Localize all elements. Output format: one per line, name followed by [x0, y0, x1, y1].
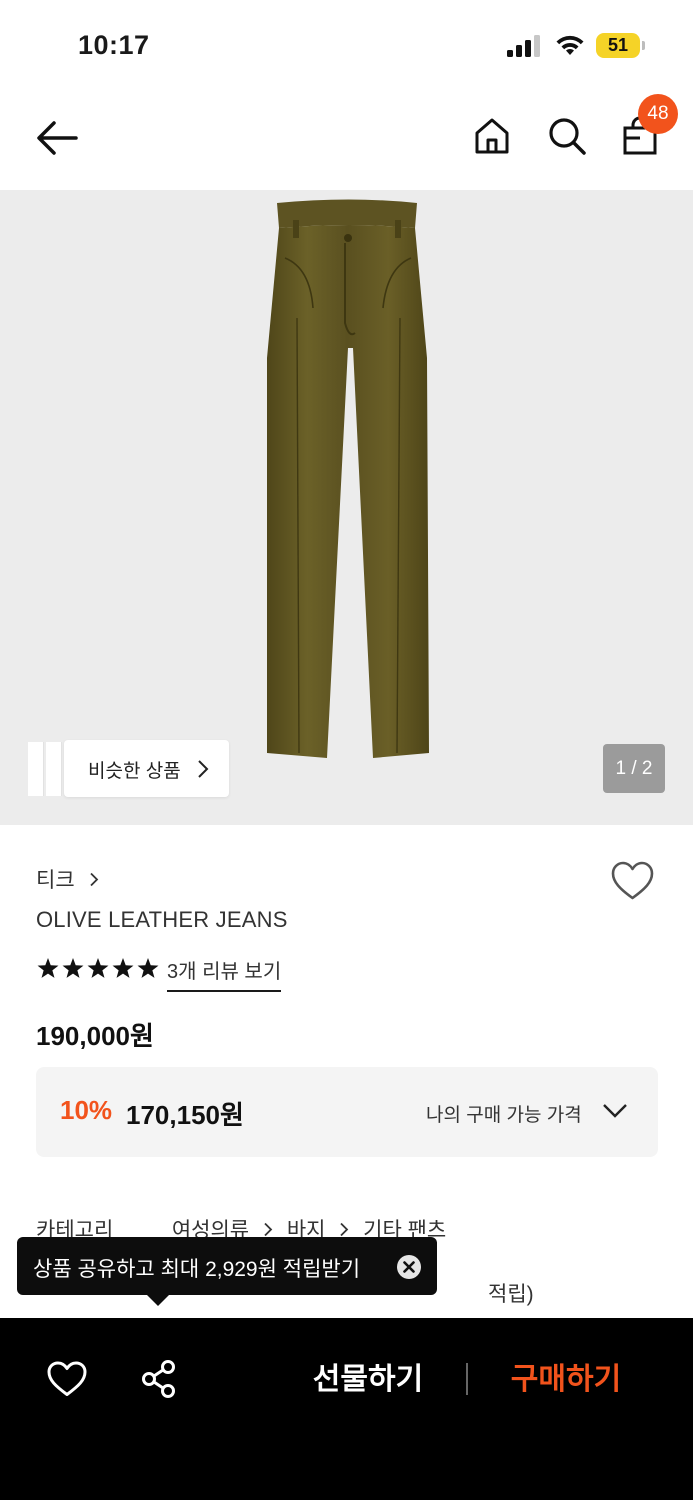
cellular-signal-icon [507, 35, 540, 57]
search-icon[interactable] [547, 116, 587, 156]
discount-percent: 10% [60, 1095, 113, 1125]
buy-button[interactable]: 구매하기 [496, 1358, 636, 1402]
divider [466, 1363, 468, 1395]
similar-thumbnails [28, 742, 64, 796]
tooltip-text: 상품 공유하고 최대 2,929원 적립받기 [33, 1258, 361, 1281]
gift-button[interactable]: 선물하기 [298, 1358, 438, 1402]
home-icon[interactable] [472, 116, 512, 156]
product-title: OLIVE LEATHER JEANS [36, 907, 288, 932]
image-page-indicator: 1 / 2 [603, 744, 665, 793]
cart-count-badge: 48 [638, 94, 678, 134]
star-icon [112, 958, 134, 978]
discount-price: 170,150원 [126, 1100, 244, 1130]
chevron-right-icon [264, 1222, 273, 1237]
my-price-box[interactable]: 10% 170,150원 나의 구매 가능 가격 [36, 1067, 658, 1157]
brand-name: 티크 [36, 869, 75, 892]
my-price-label: 나의 구매 가능 가격 [426, 1105, 582, 1126]
share-reward-tooltip: 상품 공유하고 최대 2,929원 적립받기 [17, 1237, 437, 1306]
heart-icon[interactable] [46, 1360, 88, 1398]
heart-icon[interactable] [610, 860, 655, 902]
tooltip-tail [147, 1295, 169, 1306]
chevron-right-icon [340, 1222, 349, 1237]
original-price: 190,000원 [36, 1021, 154, 1051]
star-rating [37, 958, 159, 978]
star-icon [37, 958, 59, 978]
brand-link[interactable]: 티크 [36, 864, 99, 894]
battery-icon: 51 [596, 33, 646, 58]
similar-products-button[interactable]: 비슷한 상품 [28, 740, 229, 797]
review-link[interactable]: 3개 리뷰 보기 [167, 955, 282, 992]
chevron-down-icon [603, 1104, 627, 1118]
product-image [267, 199, 429, 758]
star-icon [62, 958, 84, 978]
product-image-carousel[interactable]: 비슷한 상품 1 / 2 [0, 190, 693, 825]
chevron-right-icon [90, 872, 99, 887]
close-icon[interactable] [397, 1255, 421, 1279]
star-icon [87, 958, 109, 978]
battery-level: 51 [607, 35, 629, 55]
chevron-right-icon [198, 760, 209, 778]
points-tail-text: 적립) [488, 1283, 534, 1306]
share-icon[interactable] [140, 1359, 178, 1399]
status-time: 10:17 [78, 30, 150, 60]
back-arrow-icon[interactable] [34, 118, 80, 158]
wifi-icon [556, 35, 584, 55]
top-nav [0, 90, 693, 190]
star-icon [137, 958, 159, 978]
bottom-action-bar: 선물하기 구매하기 [0, 1318, 693, 1500]
similar-products-label: 비슷한 상품 [88, 761, 181, 782]
status-bar: 10:17 51 [0, 0, 693, 90]
